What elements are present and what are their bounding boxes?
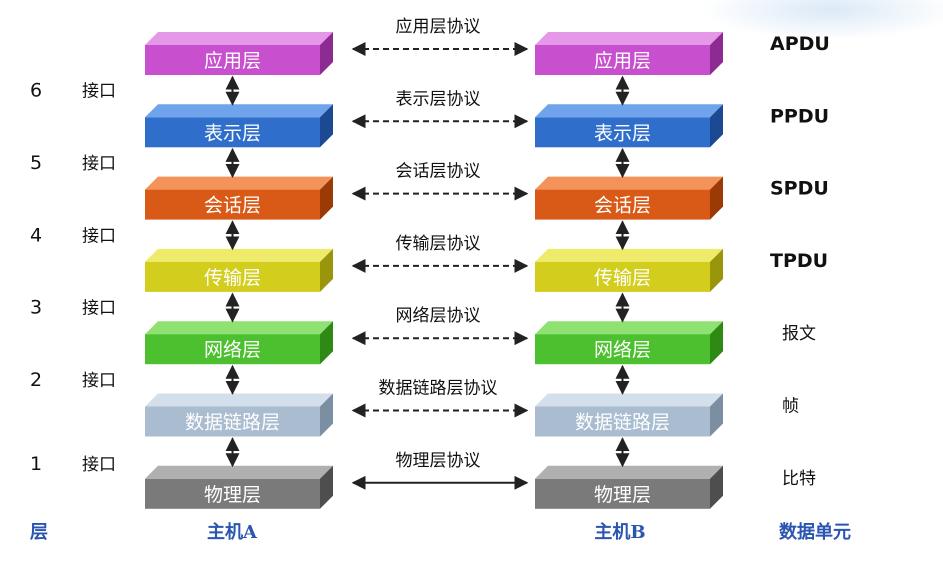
osi-model-diagram: 应用层 应用层表示层 表示层会话层 会话层传输层 传输层网络层 网络层数据链路层 数据链路层… bbox=[30, 17, 851, 543]
footer-data-unit-label: 数据单元 bbox=[779, 521, 851, 543]
layer-name-label: 传输层 bbox=[204, 267, 261, 289]
layer-name-label: 会话层 bbox=[594, 195, 651, 217]
footer-host-a-label: 主机A bbox=[207, 521, 258, 543]
protocol-label: 传输层协议 bbox=[396, 234, 481, 254]
protocol-label: 应用层协议 bbox=[396, 17, 481, 37]
footer-layer-label: 层 bbox=[30, 522, 48, 543]
footer-host-b-label: 主机B bbox=[594, 521, 645, 543]
block-top-face bbox=[535, 32, 723, 45]
layer-name-label: 数据链路层 bbox=[185, 412, 280, 434]
interface-number: 2 bbox=[30, 369, 42, 391]
host-b-layer-1-block: 表示层 bbox=[535, 104, 723, 148]
block-top-face bbox=[535, 321, 723, 335]
layer-name-label: 会话层 bbox=[204, 195, 261, 217]
interface-label: 接口 bbox=[82, 82, 116, 102]
block-top-face bbox=[145, 465, 333, 479]
pdu-label: 报文 bbox=[782, 324, 816, 344]
layer-name-label: 物理层 bbox=[204, 484, 261, 506]
layer-name-label: 物理层 bbox=[594, 484, 651, 506]
block-top-face bbox=[145, 393, 333, 407]
pdu-label: SPDU bbox=[770, 178, 829, 200]
interface-label: 接口 bbox=[82, 371, 116, 391]
host-b-layer-3-block: 传输层 bbox=[535, 248, 723, 292]
block-top-face bbox=[145, 32, 333, 45]
layer-name-label: 应用层 bbox=[204, 50, 261, 72]
interface-label: 接口 bbox=[82, 299, 116, 319]
interface-number: 1 bbox=[30, 453, 42, 475]
pdu-label: APDU bbox=[770, 33, 830, 55]
layer-name-label: 数据链路层 bbox=[575, 412, 670, 434]
block-top-face bbox=[535, 393, 723, 407]
interface-label: 接口 bbox=[82, 226, 116, 246]
host-a-layer-6-block: 物理层 bbox=[145, 465, 333, 509]
layer-name-label: 传输层 bbox=[594, 267, 651, 289]
host-a-layer-4-block: 网络层 bbox=[145, 321, 333, 365]
host-a-layer-1-block: 表示层 bbox=[145, 104, 333, 148]
interface-label: 接口 bbox=[82, 455, 116, 475]
layer-name-label: 应用层 bbox=[594, 50, 651, 72]
host-b-layer-6-block: 物理层 bbox=[535, 465, 723, 509]
protocol-label: 物理层协议 bbox=[396, 451, 481, 471]
host-a-layer-0-block: 应用层 bbox=[145, 32, 333, 75]
host-b-layer-5-block: 数据链路层 bbox=[535, 393, 723, 437]
protocol-label: 会话层协议 bbox=[396, 162, 481, 182]
pdu-label: PPDU bbox=[770, 105, 829, 127]
pdu-label: 比特 bbox=[782, 469, 816, 489]
block-top-face bbox=[535, 465, 723, 479]
pdu-label: 帧 bbox=[782, 397, 799, 417]
layer-name-label: 网络层 bbox=[204, 339, 261, 361]
host-b-layer-2-block: 会话层 bbox=[535, 176, 723, 220]
host-a-layer-5-block: 数据链路层 bbox=[145, 393, 333, 437]
interface-label: 接口 bbox=[82, 154, 116, 174]
block-top-face bbox=[535, 104, 723, 118]
pdu-label: TPDU bbox=[770, 250, 828, 272]
block-top-face bbox=[145, 248, 333, 262]
interface-number: 4 bbox=[30, 224, 42, 246]
layer-name-label: 表示层 bbox=[594, 122, 651, 144]
layer-name-label: 网络层 bbox=[594, 339, 651, 361]
block-top-face bbox=[145, 104, 333, 118]
block-top-face bbox=[145, 321, 333, 335]
block-top-face bbox=[535, 248, 723, 262]
interface-number: 6 bbox=[30, 80, 42, 102]
layer-name-label: 表示层 bbox=[204, 122, 261, 144]
interface-number: 5 bbox=[30, 152, 42, 174]
protocol-label: 表示层协议 bbox=[396, 89, 481, 109]
interface-number: 3 bbox=[30, 297, 42, 319]
host-a-layer-3-block: 传输层 bbox=[145, 248, 333, 292]
protocol-label: 数据链路层协议 bbox=[379, 379, 498, 399]
block-top-face bbox=[145, 176, 333, 190]
protocol-label: 网络层协议 bbox=[396, 306, 481, 326]
host-b-layer-0-block: 应用层 bbox=[535, 32, 723, 75]
host-a-layer-2-block: 会话层 bbox=[145, 176, 333, 220]
host-b-layer-4-block: 网络层 bbox=[535, 321, 723, 365]
block-top-face bbox=[535, 176, 723, 190]
